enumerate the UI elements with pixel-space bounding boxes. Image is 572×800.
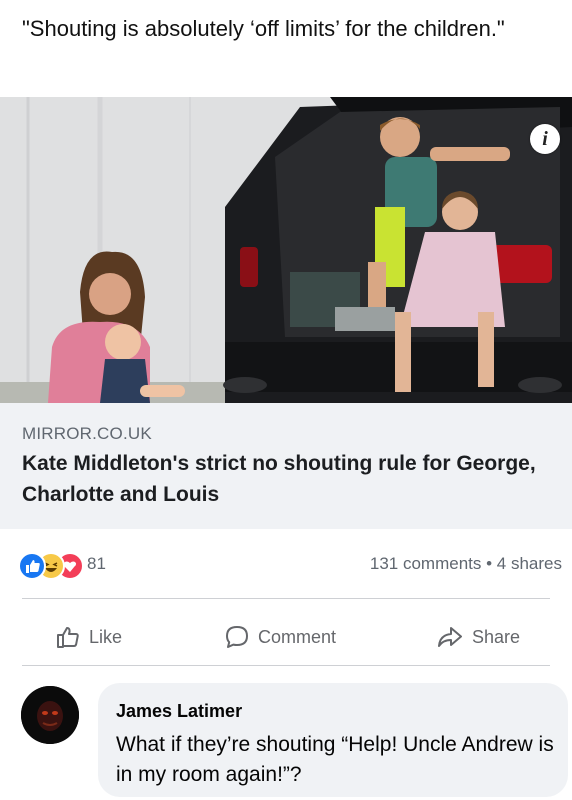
post-text: "Shouting is absolutely ‘off limits’ for… [22,16,505,41]
share-icon [438,627,462,647]
comments-shares-count[interactable]: 131 comments • 4 shares [370,554,562,574]
comment-button[interactable]: Comment [224,612,336,662]
commenter-name[interactable]: James Latimer [116,701,242,722]
share-label: Share [472,626,521,647]
comment-text: What if they’re shouting “Help! Uncle An… [116,733,554,786]
link-domain: MIRROR.CO.UK [22,424,152,443]
comment-bubble: James Latimer What if they’re shouting “… [98,683,568,797]
info-icon[interactable]: i [530,124,560,154]
comment: James Latimer What if they’re shouting “… [0,683,572,800]
photo-illustration [0,97,572,403]
share-button[interactable]: Share [436,612,520,662]
divider [22,665,550,666]
thumbs-up-icon [57,627,79,648]
comment-icon [226,626,248,648]
comment-label: Comment [258,626,337,647]
post-stats: 81 131 comments • 4 shares [0,548,572,582]
like-label: Like [89,626,123,647]
link-preview[interactable]: MIRROR.CO.UK Kate Middleton's strict no … [0,403,572,529]
like-button[interactable]: Like [55,612,122,662]
avatar[interactable] [21,686,79,744]
action-bar: Like Comment Share [0,612,572,662]
avatar-image [21,686,79,744]
reaction-count[interactable]: 81 [87,554,106,574]
divider [22,598,550,599]
like-icon [18,552,46,580]
link-title[interactable]: Kate Middleton's strict no shouting rule… [22,448,542,510]
link-preview-image[interactable]: i [0,97,572,403]
